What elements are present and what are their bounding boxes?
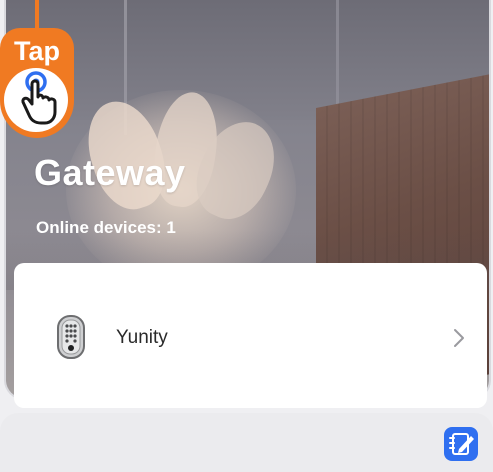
device-list: Yunity	[14, 263, 487, 408]
chevron-right-icon	[454, 329, 464, 347]
hand-tap-icon	[21, 71, 57, 125]
online-devices-count: Online devices: 1	[36, 218, 176, 237]
device-name: Yunity	[116, 327, 168, 348]
tap-label: Tap	[14, 36, 60, 66]
screen: Gateway Online devices: 1 Yunity Tap	[0, 0, 493, 472]
edit-note-icon	[449, 433, 474, 455]
page-title: Gateway	[34, 152, 186, 193]
smart-lock-icon	[57, 315, 85, 359]
device-row-yunity[interactable]: Yunity	[14, 263, 487, 408]
edit-button[interactable]	[444, 427, 478, 461]
bottom-bar	[0, 413, 493, 472]
